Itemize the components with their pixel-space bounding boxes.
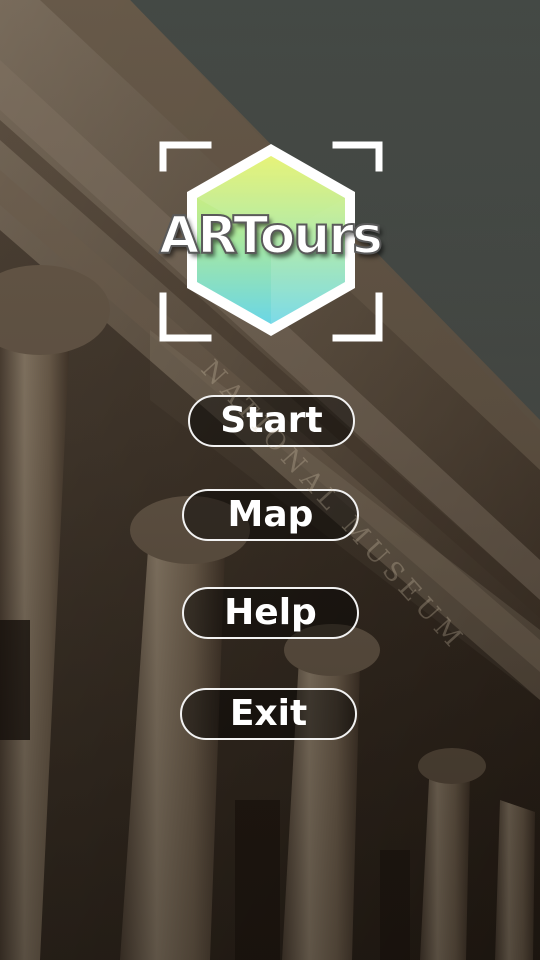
building-inscription: NATIONAL MUSEUM	[195, 355, 472, 657]
svg-text:NATIONAL MUSEUM: NATIONAL MUSEUM	[195, 355, 472, 657]
main-menu-screen: ARTours Start Map Help Exit NATIONAL MUS…	[0, 0, 540, 960]
